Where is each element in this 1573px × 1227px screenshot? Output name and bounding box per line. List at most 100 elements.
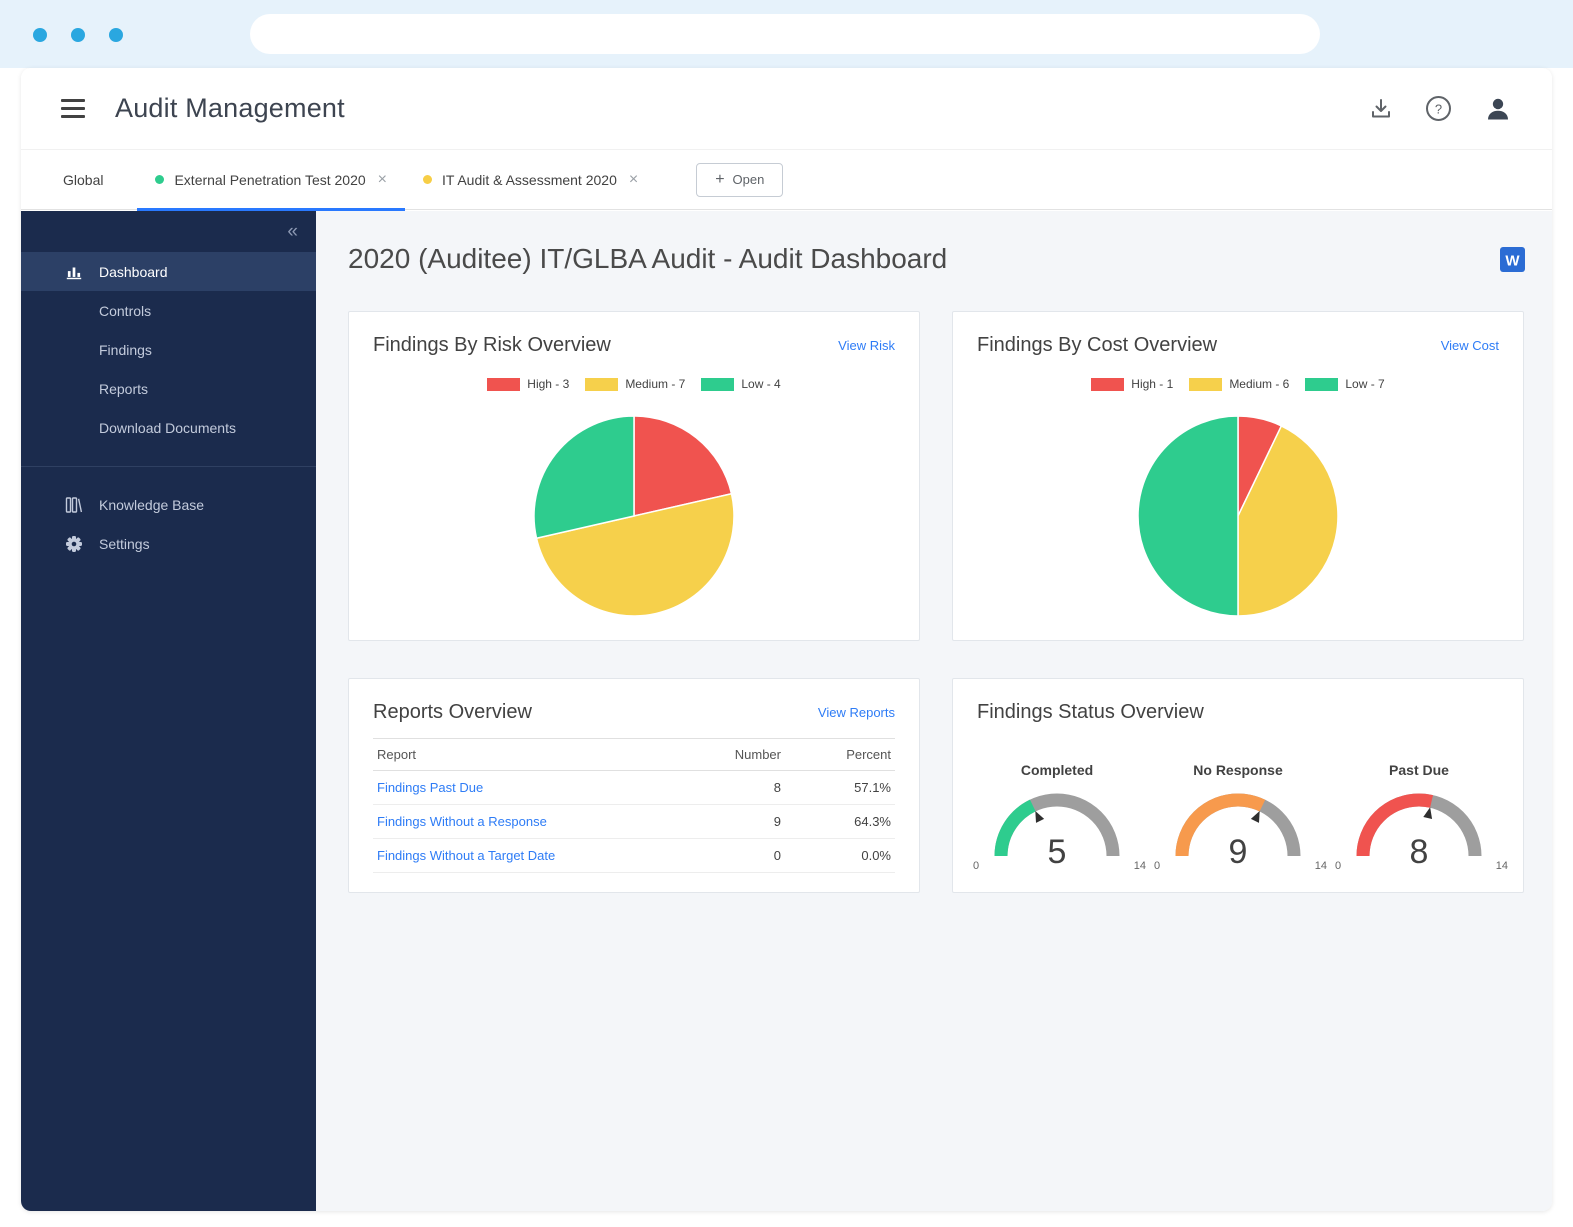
- tab-external-penetration-test[interactable]: External Penetration Test 2020 ×: [137, 150, 405, 210]
- tab-it-audit-assessment[interactable]: IT Audit & Assessment 2020 ×: [405, 150, 656, 210]
- reports-overview-card: Reports Overview View Reports Report Num…: [348, 678, 920, 893]
- sidebar-item-label: Findings: [99, 342, 152, 358]
- audit-tab-bar: Global External Penetration Test 2020 × …: [21, 150, 1552, 210]
- sidebar-item-label: Controls: [99, 303, 151, 319]
- sidebar-item-settings[interactable]: Settings: [21, 524, 316, 563]
- sidebar-item-label: Knowledge Base: [99, 497, 204, 513]
- legend-label: Low - 7: [1345, 377, 1384, 391]
- menu-icon[interactable]: [61, 99, 85, 118]
- table-header-row: Report Number Percent: [373, 739, 895, 771]
- findings-by-cost-card: Findings By Cost Overview View Cost High…: [952, 311, 1524, 641]
- legend-label: Low - 4: [741, 377, 780, 391]
- sidebar-nav: Dashboard Controls Findings Reports Down…: [21, 252, 316, 563]
- report-number: 9: [695, 805, 785, 839]
- gauge-label: Past Due: [1339, 762, 1499, 778]
- browser-address-bar[interactable]: [250, 14, 1320, 54]
- open-button[interactable]: + Open: [696, 163, 783, 197]
- sidebar: « Dashboard Controls Findings Reports Do…: [21, 211, 316, 1211]
- risk-pie-chart: [531, 413, 737, 619]
- table-row: Findings Past Due 8 57.1%: [373, 771, 895, 805]
- status-dot-green: [155, 175, 164, 184]
- cost-pie-chart: [1135, 413, 1341, 619]
- open-button-label: Open: [733, 172, 765, 187]
- gauge-no-response: No Response 9 0 14: [1158, 762, 1318, 866]
- dashboard-cards: Findings By Risk Overview View Risk High…: [348, 311, 1524, 893]
- legend-item-medium: Medium - 7: [585, 377, 685, 391]
- risk-legend: High - 3 Medium - 7 Low - 4: [373, 377, 895, 391]
- legend-label: Medium - 6: [1229, 377, 1289, 391]
- window-control-dot[interactable]: [109, 28, 123, 42]
- window-control-dot[interactable]: [33, 28, 47, 42]
- collapse-sidebar-icon[interactable]: «: [287, 221, 298, 243]
- view-cost-link[interactable]: View Cost: [1441, 338, 1499, 353]
- legend-chip-low: [1305, 378, 1338, 391]
- findings-status-card: Findings Status Overview Completed 5 0 1…: [952, 678, 1524, 893]
- legend-chip-medium: [1189, 378, 1222, 391]
- tab-label: IT Audit & Assessment 2020: [442, 172, 617, 188]
- card-title: Reports Overview: [373, 701, 532, 724]
- close-icon[interactable]: ×: [629, 172, 638, 188]
- report-number: 0: [695, 839, 785, 873]
- legend-item-low: Low - 4: [701, 377, 780, 391]
- gauge-max: 14: [1496, 860, 1508, 872]
- legend-chip-low: [701, 378, 734, 391]
- download-icon[interactable]: [1369, 97, 1393, 121]
- app-header: Audit Management ?: [21, 68, 1552, 150]
- card-title: Findings Status Overview: [977, 701, 1204, 724]
- gauge-completed: Completed 5 0 14: [977, 762, 1137, 866]
- table-row: Findings Without a Target Date 0 0.0%: [373, 839, 895, 873]
- gauge-max: 14: [1134, 860, 1146, 872]
- column-percent: Percent: [785, 739, 895, 771]
- help-icon[interactable]: ?: [1425, 95, 1452, 122]
- gauge-label: Completed: [977, 762, 1137, 778]
- legend-label: High - 1: [1131, 377, 1173, 391]
- sidebar-item-findings[interactable]: Findings: [21, 330, 316, 369]
- legend-chip-medium: [585, 378, 618, 391]
- card-title: Findings By Risk Overview: [373, 334, 611, 357]
- word-export-icon[interactable]: W: [1499, 246, 1526, 273]
- status-dot-yellow: [423, 175, 432, 184]
- legend-label: High - 3: [527, 377, 569, 391]
- status-gauges: Completed 5 0 14 No Response 9: [977, 762, 1499, 866]
- report-link-findings-without-response[interactable]: Findings Without a Response: [373, 805, 695, 839]
- view-reports-link[interactable]: View Reports: [818, 705, 895, 720]
- sidebar-item-controls[interactable]: Controls: [21, 291, 316, 330]
- window-control-dot[interactable]: [71, 28, 85, 42]
- gauge-label: No Response: [1158, 762, 1318, 778]
- sidebar-item-label: Reports: [99, 381, 148, 397]
- findings-by-risk-card: Findings By Risk Overview View Risk High…: [348, 311, 920, 641]
- svg-text:?: ?: [1435, 102, 1442, 117]
- legend-item-medium: Medium - 6: [1189, 377, 1289, 391]
- report-percent: 64.3%: [785, 805, 895, 839]
- report-number: 8: [695, 771, 785, 805]
- gauge-past-due: Past Due 8 0 14: [1339, 762, 1499, 866]
- account-icon[interactable]: [1484, 95, 1512, 123]
- legend-label: Medium - 7: [625, 377, 685, 391]
- page-header: 2020 (Auditee) IT/GLBA Audit - Audit Das…: [348, 243, 1526, 275]
- column-number: Number: [695, 739, 785, 771]
- tab-global[interactable]: Global: [63, 172, 103, 188]
- close-icon[interactable]: ×: [378, 172, 387, 188]
- main-content: 2020 (Auditee) IT/GLBA Audit - Audit Das…: [316, 211, 1552, 1211]
- view-risk-link[interactable]: View Risk: [838, 338, 895, 353]
- sidebar-item-knowledge-base[interactable]: Knowledge Base: [21, 485, 316, 524]
- report-link-findings-past-due[interactable]: Findings Past Due: [373, 771, 695, 805]
- report-percent: 57.1%: [785, 771, 895, 805]
- column-report: Report: [373, 739, 695, 771]
- sidebar-item-download-documents[interactable]: Download Documents: [21, 408, 316, 447]
- report-link-findings-without-target-date[interactable]: Findings Without a Target Date: [373, 839, 695, 873]
- gauge-min: 0: [1154, 860, 1160, 872]
- legend-item-high: High - 1: [1091, 377, 1173, 391]
- sidebar-item-dashboard[interactable]: Dashboard: [21, 252, 316, 291]
- sidebar-item-label: Dashboard: [99, 264, 168, 280]
- legend-item-low: Low - 7: [1305, 377, 1384, 391]
- reports-table: Report Number Percent Findings Past Due …: [373, 738, 895, 873]
- sidebar-divider: [21, 466, 316, 467]
- gauge-value: 9: [1158, 833, 1318, 872]
- header-icons: ?: [1369, 95, 1512, 123]
- browser-chrome: [0, 0, 1573, 68]
- dashboard-icon: [65, 263, 83, 281]
- app-title: Audit Management: [115, 93, 345, 124]
- sidebar-item-label: Download Documents: [99, 420, 236, 436]
- sidebar-item-reports[interactable]: Reports: [21, 369, 316, 408]
